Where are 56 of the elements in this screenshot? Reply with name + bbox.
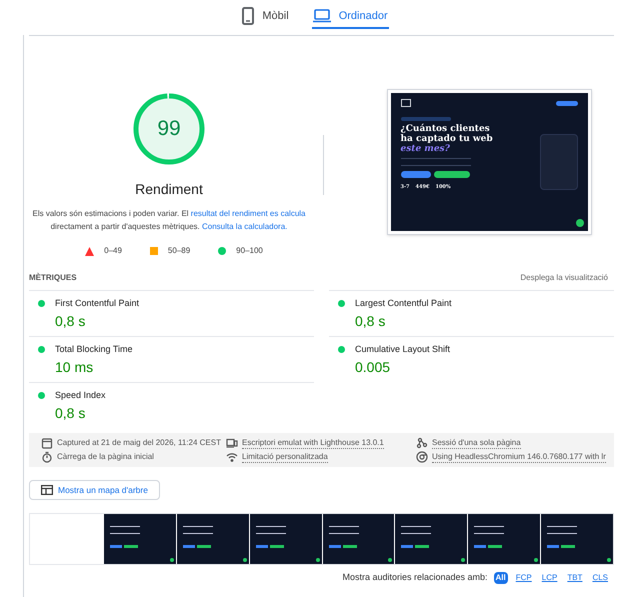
frame-thumbnail (322, 514, 394, 564)
treemap-button[interactable]: Mostra un mapa d'arbre (29, 480, 160, 500)
filter-chip[interactable]: LCP (540, 572, 560, 584)
paragraph-lines (400, 158, 470, 166)
legend-range: 0–49 (104, 245, 122, 257)
form-card (540, 134, 578, 190)
note-link[interactable]: Consulta la calculadora. (202, 222, 288, 231)
badge-pill (400, 117, 450, 121)
metric-value: 0,8 s (355, 312, 386, 330)
cta-pill (556, 100, 578, 106)
wifi-icon (226, 451, 238, 463)
filter-chip[interactable]: TBT (565, 572, 584, 584)
frame-thumbnail (541, 514, 613, 564)
metric-name: Cumulative Layout Shift (355, 343, 450, 356)
hero-headline: ¿Cuántos clientes ha captado tu web este mes? (400, 124, 494, 154)
device-tab[interactable]: Ordinador (312, 5, 389, 29)
phone-icon (242, 7, 254, 25)
runtime-info: Càrrega de la pàgina inicial (57, 451, 154, 463)
metric-name: Total Blocking Time (55, 343, 133, 356)
stopwatch-icon (41, 451, 53, 463)
metric-name: Largest Contentful Paint (355, 297, 452, 310)
treemap-icon (41, 485, 53, 495)
legend-range: 50–89 (168, 245, 190, 257)
chat-icon (576, 219, 584, 227)
laptop-icon (312, 9, 331, 23)
cta-pill (434, 171, 470, 178)
frame-thumbnail (250, 514, 322, 564)
legend-range: 90–100 (236, 245, 263, 257)
metric-value: 10 ms (55, 358, 94, 376)
metric-name: Speed Index (55, 389, 106, 402)
filter-label: Mostra auditories relacionades amb: (342, 571, 488, 584)
category-title: Rendiment (135, 180, 203, 199)
device-tab[interactable]: Mòbil (241, 5, 290, 29)
filter-chip[interactable]: CLS (590, 572, 610, 584)
runtime-link[interactable]: Sessió d'una sola pàgina (432, 438, 521, 448)
score-note: Els valors són estimacions i poden variar. El resultat del rendiment es calcula directament a partir d'aquestes mètriques. Consulta la calculadora. (32, 208, 306, 233)
runtime-info: Captured at 21 de maig del 2026, 11:24 CEST (57, 437, 221, 449)
metric-value: 0.005 (355, 358, 392, 376)
nodes-icon (416, 437, 428, 449)
browser-icon (416, 451, 428, 463)
metric-value: 0,8 s (55, 404, 86, 422)
runtime-link[interactable]: Limitació personalitzada (242, 452, 328, 462)
filter-chip[interactable]: All (494, 572, 508, 584)
devices-icon (226, 437, 238, 449)
section-heading: MÈTRIQUES (29, 272, 77, 284)
note-link[interactable]: resultat del rendiment es calcula (190, 209, 306, 218)
metric-name: First Contentful Paint (55, 297, 140, 310)
cta-pill (400, 171, 430, 178)
expand-view-link[interactable]: Desplega la visualització (520, 272, 608, 284)
score-value: 99 (156, 116, 182, 142)
metric-value: 0,8 s (55, 312, 86, 330)
filter-chip[interactable]: FCP (514, 572, 534, 584)
calendar-icon (41, 437, 53, 449)
runtime-link[interactable]: Using HeadlessChromium 146.0.7680.177 with lr (432, 452, 606, 462)
runtime-link[interactable]: Escriptori emulat with Lighthouse 13.0.1 (242, 438, 384, 448)
logo-icon (400, 99, 410, 107)
